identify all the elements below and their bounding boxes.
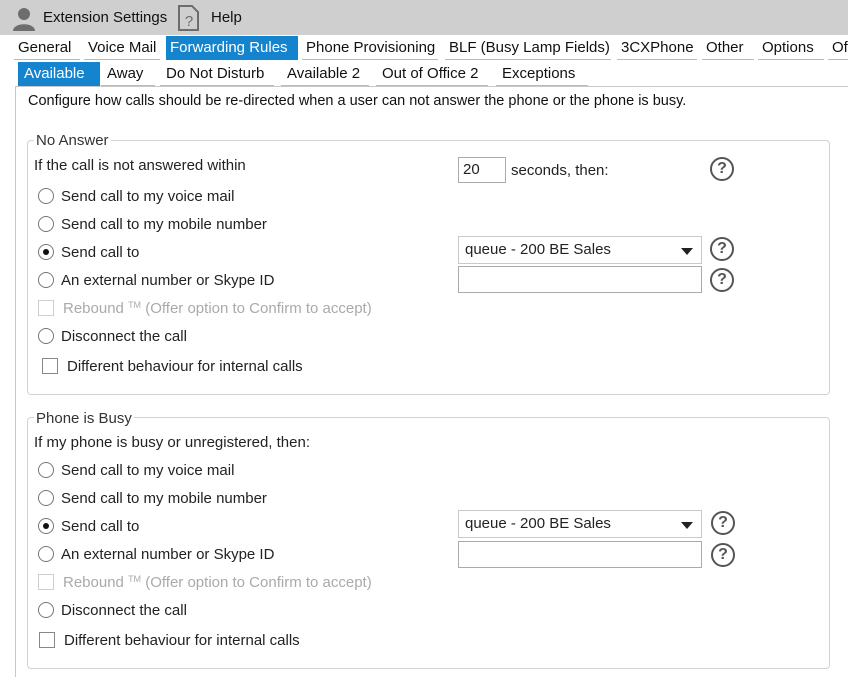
no-answer-external-number-input[interactable]: [458, 266, 702, 293]
busy-destination-select[interactable]: queue - 200 BE Sales: [458, 510, 702, 538]
option-label: Send call to: [61, 518, 140, 535]
rebound-checkbox[interactable]: [38, 300, 54, 316]
extension-settings-button[interactable]: Extension Settings: [11, 0, 167, 35]
subtab-exceptions[interactable]: Exceptions: [496, 62, 588, 86]
radio-no-answer-disconnect[interactable]: [38, 328, 54, 344]
internal-behaviour-label: Different behaviour for internal calls: [64, 632, 300, 649]
rebound-label: Rebound TM (Offer option to Confirm to a…: [63, 300, 372, 317]
option-label: An external number or Skype ID: [61, 272, 275, 289]
no-answer-legend: No Answer: [34, 132, 111, 149]
internal-behaviour-checkbox[interactable]: [42, 358, 58, 374]
help-icon[interactable]: ?: [710, 157, 734, 181]
help-icon[interactable]: ?: [710, 268, 734, 292]
seconds-suffix: seconds, then:: [511, 162, 609, 179]
rebound-label: Rebound TM (Offer option to Confirm to a…: [63, 574, 372, 591]
toolbar: Extension Settings ? Help: [0, 0, 848, 35]
no-answer-group: [27, 140, 830, 395]
main-tab-bar: General Voice Mail Forwarding Rules Phon…: [0, 36, 848, 60]
radio-busy-voicemail[interactable]: [38, 462, 54, 478]
tab-options[interactable]: Options: [758, 36, 824, 60]
help-icon[interactable]: ?: [711, 543, 735, 567]
radio-busy-external[interactable]: [38, 546, 54, 562]
option-label: Disconnect the call: [61, 602, 187, 619]
tab-blf[interactable]: BLF (Busy Lamp Fields): [445, 36, 611, 60]
tab-forwarding-rules[interactable]: Forwarding Rules: [166, 36, 298, 60]
subtab-available[interactable]: Available: [18, 62, 100, 86]
subtab-away[interactable]: Away: [101, 62, 155, 86]
radio-busy-mobile[interactable]: [38, 490, 54, 506]
page-description: Configure how calls should be re-directe…: [28, 93, 687, 109]
radio-no-answer-voicemail[interactable]: [38, 188, 54, 204]
subtab-out-of-office-2[interactable]: Out of Office 2: [376, 62, 488, 86]
chevron-down-icon: [681, 248, 693, 255]
internal-behaviour-checkbox[interactable]: [39, 632, 55, 648]
tab-general[interactable]: General: [14, 36, 80, 60]
tab-voice-mail[interactable]: Voice Mail: [84, 36, 160, 60]
option-label: An external number or Skype ID: [61, 546, 275, 563]
chevron-down-icon: [681, 522, 693, 529]
option-label: Send call to: [61, 244, 140, 261]
user-icon: [13, 7, 35, 31]
tab-other[interactable]: Other: [702, 36, 754, 60]
svg-text:?: ?: [185, 13, 193, 30]
busy-legend: Phone is Busy: [34, 410, 134, 427]
radio-no-answer-send-to[interactable]: [38, 244, 54, 260]
busy-external-number-input[interactable]: [458, 541, 702, 568]
tab-3cxphone[interactable]: 3CXPhone: [617, 36, 697, 60]
radio-no-answer-external[interactable]: [38, 272, 54, 288]
rebound-checkbox[interactable]: [38, 574, 54, 590]
busy-prompt: If my phone is busy or unregistered, the…: [34, 434, 310, 451]
select-value: queue - 200 BE Sales: [465, 241, 611, 258]
option-label: Send call to my voice mail: [61, 462, 235, 479]
option-label: Send call to my mobile number: [61, 490, 267, 507]
option-label: Send call to my voice mail: [61, 188, 235, 205]
help-button[interactable]: ? Help: [176, 0, 242, 35]
subtab-available-2[interactable]: Available 2: [281, 62, 369, 86]
radio-busy-disconnect[interactable]: [38, 602, 54, 618]
help-document-icon: ?: [178, 4, 199, 31]
extension-settings-label: Extension Settings: [43, 9, 168, 26]
radio-busy-send-to[interactable]: [38, 518, 54, 534]
no-answer-destination-select[interactable]: queue - 200 BE Sales: [458, 236, 702, 264]
tab-overflow[interactable]: Of: [828, 36, 848, 60]
tab-phone-provisioning[interactable]: Phone Provisioning: [302, 36, 438, 60]
radio-no-answer-mobile[interactable]: [38, 216, 54, 232]
help-icon[interactable]: ?: [711, 511, 735, 535]
subtab-do-not-disturb[interactable]: Do Not Disturb: [160, 62, 274, 86]
no-answer-prompt: If the call is not answered within: [34, 157, 246, 174]
select-value: queue - 200 BE Sales: [465, 515, 611, 532]
help-label: Help: [211, 9, 242, 26]
help-icon[interactable]: ?: [710, 237, 734, 261]
seconds-input[interactable]: 20: [458, 157, 506, 183]
internal-behaviour-label: Different behaviour for internal calls: [67, 358, 303, 375]
option-label: Send call to my mobile number: [61, 216, 267, 233]
sub-tab-bar: Available Away Do Not Disturb Available …: [0, 62, 848, 86]
option-label: Disconnect the call: [61, 328, 187, 345]
